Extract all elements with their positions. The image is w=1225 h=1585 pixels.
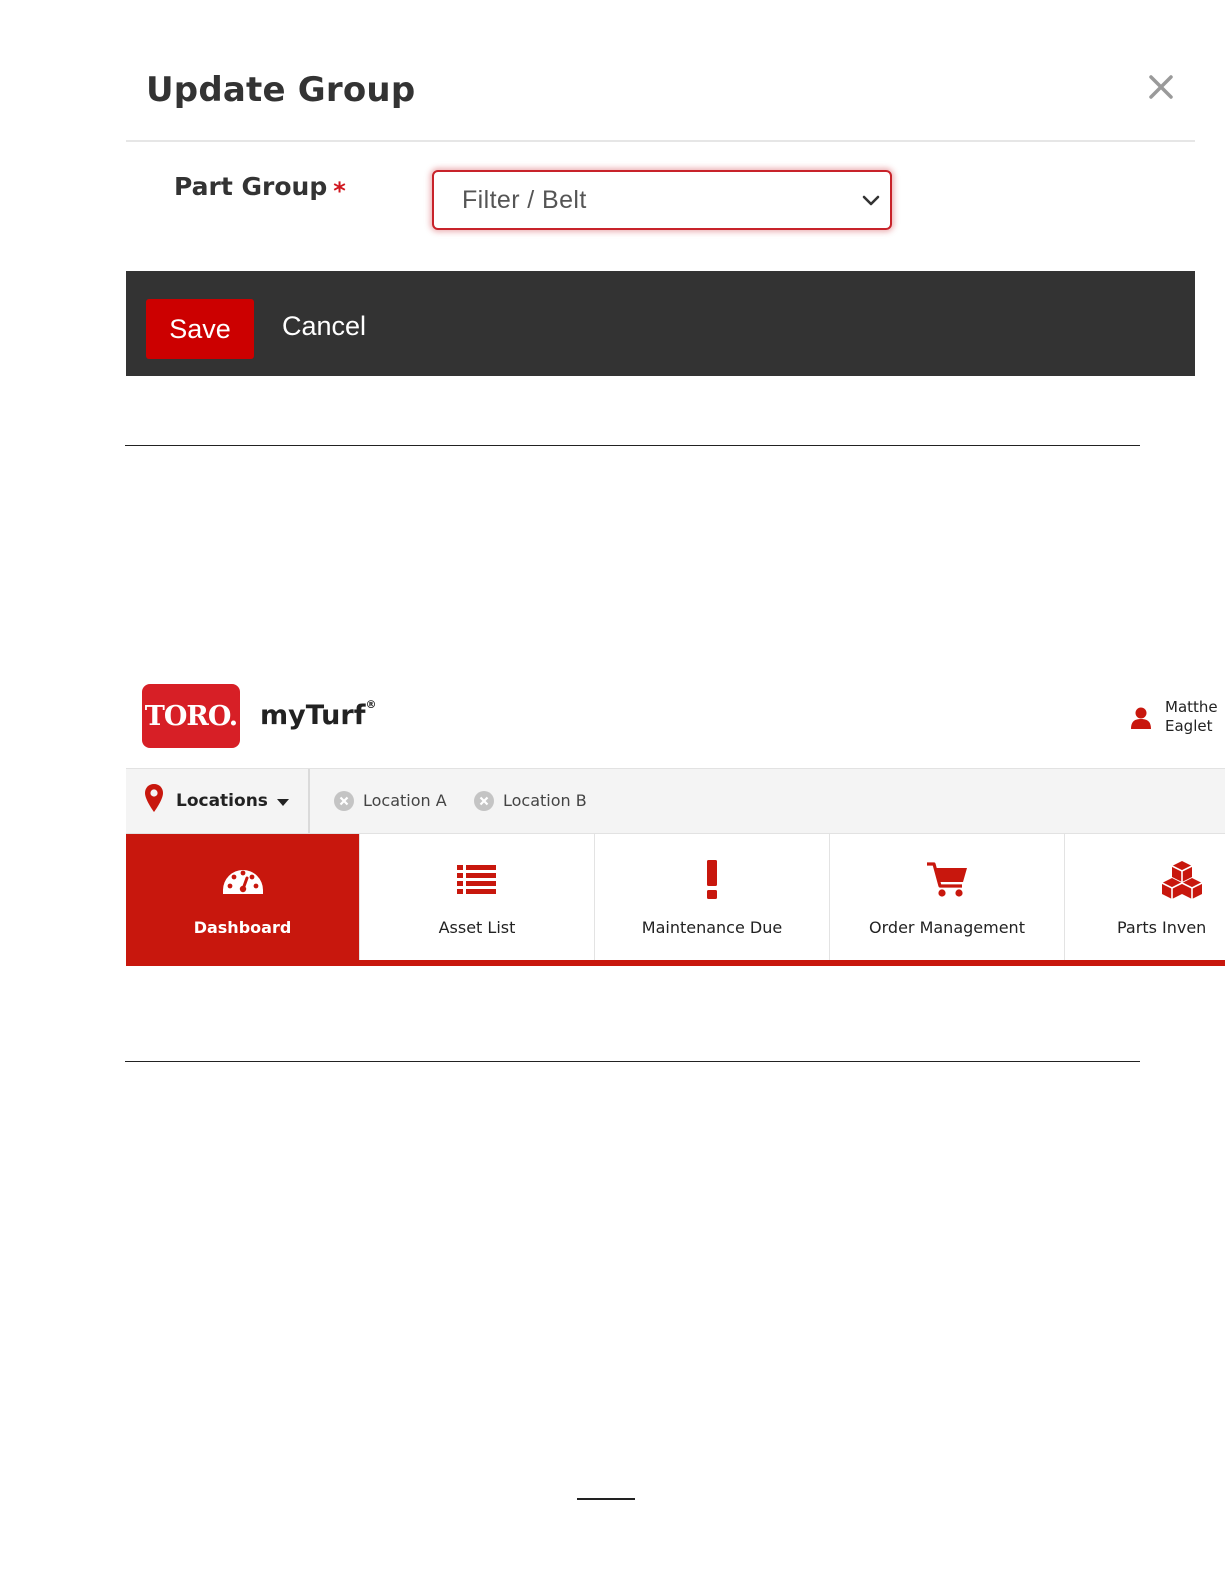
nav-item-order-management[interactable]: Order Management [830,834,1065,960]
exclamation-icon [707,860,717,899]
nav-label: Parts Inven [1117,918,1207,937]
user-name-line1: Matthe [1165,698,1218,716]
user-name[interactable]: Matthe Eaglet [1165,698,1218,736]
nav-label: Maintenance Due [641,918,783,937]
locations-dropdown[interactable]: Locations [126,769,310,833]
nav-item-parts-inventory[interactable]: Parts Inven [1065,834,1225,960]
part-group-select-value: Filter / Belt [462,186,587,214]
remove-circle-icon[interactable] [473,790,495,812]
cancel-button[interactable]: Cancel [282,311,366,342]
close-icon[interactable] [1144,70,1178,104]
required-marker: * [333,177,346,205]
dashboard-icon [222,870,263,894]
nav-item-asset-list[interactable]: Asset List [360,834,595,960]
nav-item-dashboard[interactable]: Dashboard [126,834,360,960]
chevron-down-icon [862,195,880,206]
brand-text: myTurf [260,700,366,731]
cart-icon [927,862,967,897]
list-icon [457,865,496,894]
nav-label: Asset List [438,918,516,937]
dialog-divider [126,140,1195,142]
nav-label: Order Management [869,918,1025,937]
section-divider [125,1061,1140,1062]
nav-label: Dashboard [193,918,292,937]
dialog-title: Update Group [146,70,416,110]
nav-item-maintenance-due[interactable]: Maintenance Due [595,834,830,960]
registered-mark: ® [365,698,377,711]
cubes-icon [1161,861,1203,899]
part-group-label: Part Group * [174,172,346,205]
map-pin-icon [145,784,163,812]
page-footer-line [577,1498,635,1500]
remove-circle-icon[interactable] [333,790,355,812]
myturf-header: TORO. myTurf® Matthe Eaglet Locations Lo… [126,670,1225,970]
location-chip-label: Location B [503,791,587,810]
update-group-dialog: Update Group Part Group * Filter / Belt S… [126,50,1195,376]
user-name-line2: Eaglet [1165,717,1213,735]
user-icon[interactable] [1130,706,1152,730]
nav-underline [126,960,1225,966]
location-chip-label: Location A [363,791,447,810]
locations-label: Locations [176,791,268,811]
toro-logo[interactable]: TORO. [142,684,240,748]
save-button[interactable]: Save [146,299,254,359]
location-bar: Locations Location A Location B [126,768,1225,834]
main-nav: Dashboard Asset List Maintenance Due Ord… [126,834,1225,962]
caret-down-icon [277,799,289,806]
brand-name: myTurf® [260,698,377,731]
section-divider [125,445,1140,446]
part-group-select[interactable]: Filter / Belt [432,170,892,230]
part-group-label-text: Part Group [174,172,328,201]
dialog-footer: Save Cancel [126,271,1195,376]
